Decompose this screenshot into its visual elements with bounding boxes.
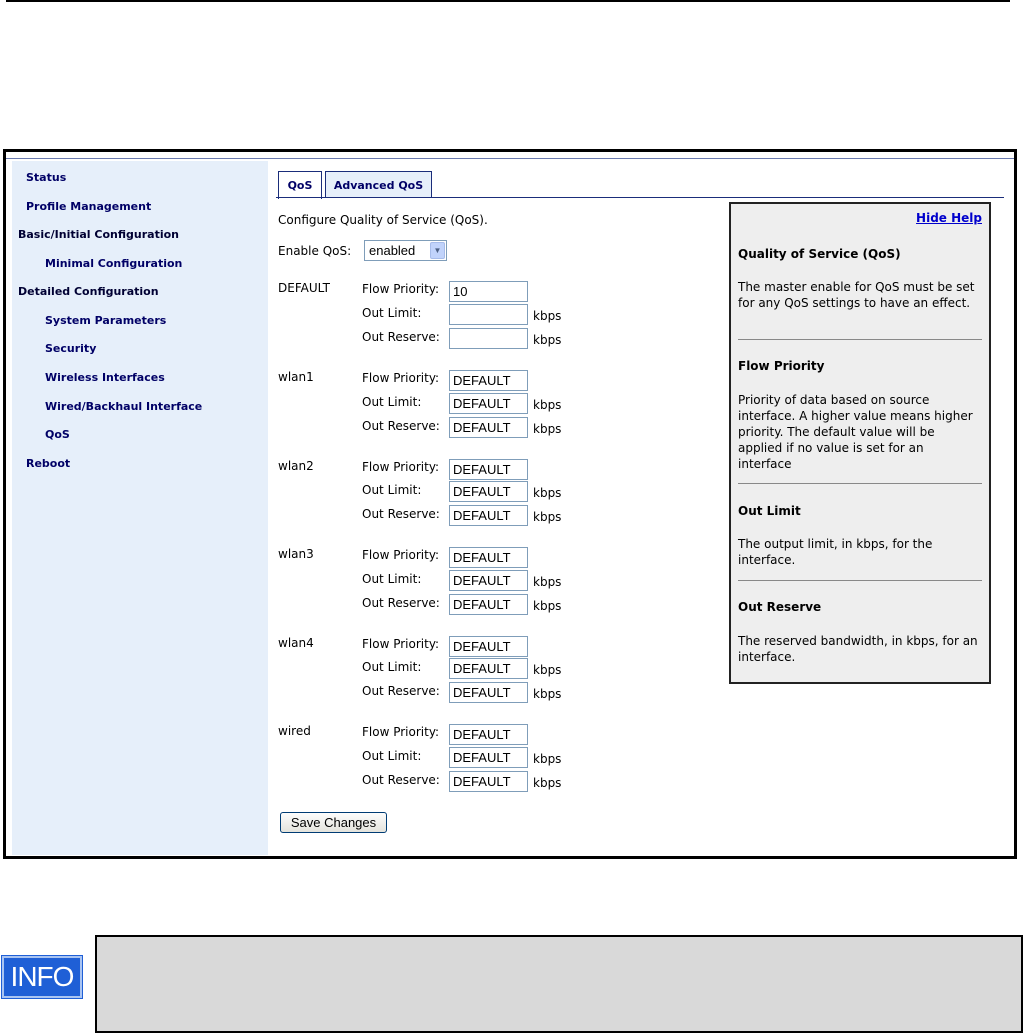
help-divider: [738, 483, 982, 484]
out-reserve-label: Out Reserve:: [362, 507, 440, 521]
out-limit-input[interactable]: DEFAULT: [449, 481, 528, 502]
flow-priority-label: Flow Priority:: [362, 282, 440, 296]
enable-qos-value: enabled: [369, 243, 416, 258]
help-text-out-limit: The output limit, in kbps, for the inter…: [738, 537, 933, 567]
flow-priority-input[interactable]: DEFAULT: [449, 636, 528, 657]
out-reserve-unit: kbps: [533, 333, 562, 347]
out-limit-unit: kbps: [533, 398, 562, 412]
out-reserve-label: Out Reserve:: [362, 419, 440, 433]
out-reserve-unit: kbps: [533, 510, 562, 524]
sidebar-item-detailed-configuration[interactable]: Detailed Configuration: [18, 285, 159, 298]
sidebar-item-qos[interactable]: QoS: [45, 428, 70, 441]
out-reserve-input[interactable]: DEFAULT: [449, 505, 528, 526]
group-name: wlan1: [278, 370, 314, 384]
help-divider: [738, 339, 982, 340]
help-panel: Hide Help Quality of Service (QoS) The m…: [729, 202, 991, 684]
out-limit-input[interactable]: DEFAULT: [449, 658, 528, 679]
tab-advanced-qos[interactable]: Advanced QoS: [325, 171, 432, 198]
flow-priority-label: Flow Priority:: [362, 460, 440, 474]
group-name: wlan3: [278, 547, 314, 561]
out-reserve-input[interactable]: DEFAULT: [449, 417, 528, 438]
flow-priority-input[interactable]: DEFAULT: [449, 370, 528, 391]
help-title-out-reserve: Out Reserve: [738, 600, 822, 614]
out-limit-unit: kbps: [533, 663, 562, 677]
help-title-flow-priority: Flow Priority: [738, 359, 825, 373]
out-limit-unit: kbps: [533, 575, 562, 589]
out-limit-input[interactable]: [449, 304, 528, 325]
sidebar-item-basic-initial-configuration[interactable]: Basic/Initial Configuration: [18, 228, 179, 241]
flow-priority-input[interactable]: DEFAULT: [449, 724, 528, 745]
out-reserve-label: Out Reserve:: [362, 684, 440, 698]
flow-priority-input[interactable]: 10: [449, 281, 528, 302]
out-limit-unit: kbps: [533, 309, 562, 323]
out-reserve-input[interactable]: DEFAULT: [449, 771, 528, 792]
sidebar-item-security[interactable]: Security: [45, 342, 96, 355]
out-reserve-input[interactable]: DEFAULT: [449, 594, 528, 615]
out-reserve-unit: kbps: [533, 599, 562, 613]
out-limit-label: Out Limit:: [362, 749, 422, 763]
out-reserve-label: Out Reserve:: [362, 330, 440, 344]
out-reserve-input[interactable]: [449, 328, 528, 349]
sidebar-item-wireless-interfaces[interactable]: Wireless Interfaces: [45, 371, 165, 384]
out-limit-label: Out Limit:: [362, 483, 422, 497]
page-intro: Configure Quality of Service (QoS).: [278, 213, 488, 227]
help-title-qos: Quality of Service (QoS): [738, 247, 901, 261]
out-reserve-label: Out Reserve:: [362, 773, 440, 787]
chevron-down-icon: ▼: [430, 242, 445, 259]
out-limit-input[interactable]: DEFAULT: [449, 393, 528, 414]
help-text-qos: The master enable for QoS must be set fo…: [738, 280, 975, 310]
main-content: QoS Advanced QoS Configure Quality of Se…: [268, 161, 1014, 855]
help-divider: [738, 580, 982, 581]
enable-qos-label: Enable QoS:: [278, 244, 352, 258]
out-limit-label: Out Limit:: [362, 395, 422, 409]
out-limit-label: Out Limit:: [362, 572, 422, 586]
screenshot-frame: Status Profile Management Basic/Initial …: [3, 149, 1017, 859]
save-changes-button[interactable]: Save Changes: [280, 812, 387, 833]
sidebar-item-system-parameters[interactable]: System Parameters: [45, 314, 166, 327]
group-name: DEFAULT: [278, 281, 330, 295]
out-limit-input[interactable]: DEFAULT: [449, 747, 528, 768]
flow-priority-input[interactable]: DEFAULT: [449, 459, 528, 480]
out-limit-unit: kbps: [533, 752, 562, 766]
group-name: wlan4: [278, 636, 314, 650]
sidebar-item-profile-management[interactable]: Profile Management: [26, 200, 151, 213]
out-reserve-unit: kbps: [533, 776, 562, 790]
flow-priority-input[interactable]: DEFAULT: [449, 547, 528, 568]
flow-priority-label: Flow Priority:: [362, 548, 440, 562]
frame-top-line: [6, 158, 1014, 159]
hide-help-link[interactable]: Hide Help: [916, 211, 982, 225]
help-text-flow-priority: Priority of data based on source interfa…: [738, 393, 973, 471]
info-icon: INFO: [1, 955, 83, 999]
enable-qos-select[interactable]: enabled ▼: [364, 240, 447, 261]
out-reserve-unit: kbps: [533, 687, 562, 701]
out-limit-label: Out Limit:: [362, 660, 422, 674]
sidebar: Status Profile Management Basic/Initial …: [12, 161, 268, 855]
top-rule: [6, 0, 1010, 2]
out-limit-input[interactable]: DEFAULT: [449, 570, 528, 591]
tab-qos[interactable]: QoS: [278, 171, 322, 199]
help-title-out-limit: Out Limit: [738, 504, 801, 518]
out-limit-label: Out Limit:: [362, 306, 422, 320]
tabs-underline: [276, 197, 1004, 198]
out-limit-unit: kbps: [533, 486, 562, 500]
sidebar-item-minimal-configuration[interactable]: Minimal Configuration: [45, 257, 182, 270]
flow-priority-label: Flow Priority:: [362, 637, 440, 651]
sidebar-item-status[interactable]: Status: [26, 171, 66, 184]
flow-priority-label: Flow Priority:: [362, 371, 440, 385]
group-name: wired: [278, 724, 311, 738]
sidebar-item-wired-backhaul-interface[interactable]: Wired/Backhaul Interface: [45, 400, 202, 413]
out-reserve-input[interactable]: DEFAULT: [449, 682, 528, 703]
out-reserve-label: Out Reserve:: [362, 596, 440, 610]
help-text-out-reserve: The reserved bandwidth, in kbps, for an …: [738, 634, 978, 664]
out-reserve-unit: kbps: [533, 422, 562, 436]
info-note-box: [95, 935, 1023, 1033]
group-name: wlan2: [278, 459, 314, 473]
flow-priority-label: Flow Priority:: [362, 725, 440, 739]
sidebar-item-reboot[interactable]: Reboot: [26, 457, 70, 470]
